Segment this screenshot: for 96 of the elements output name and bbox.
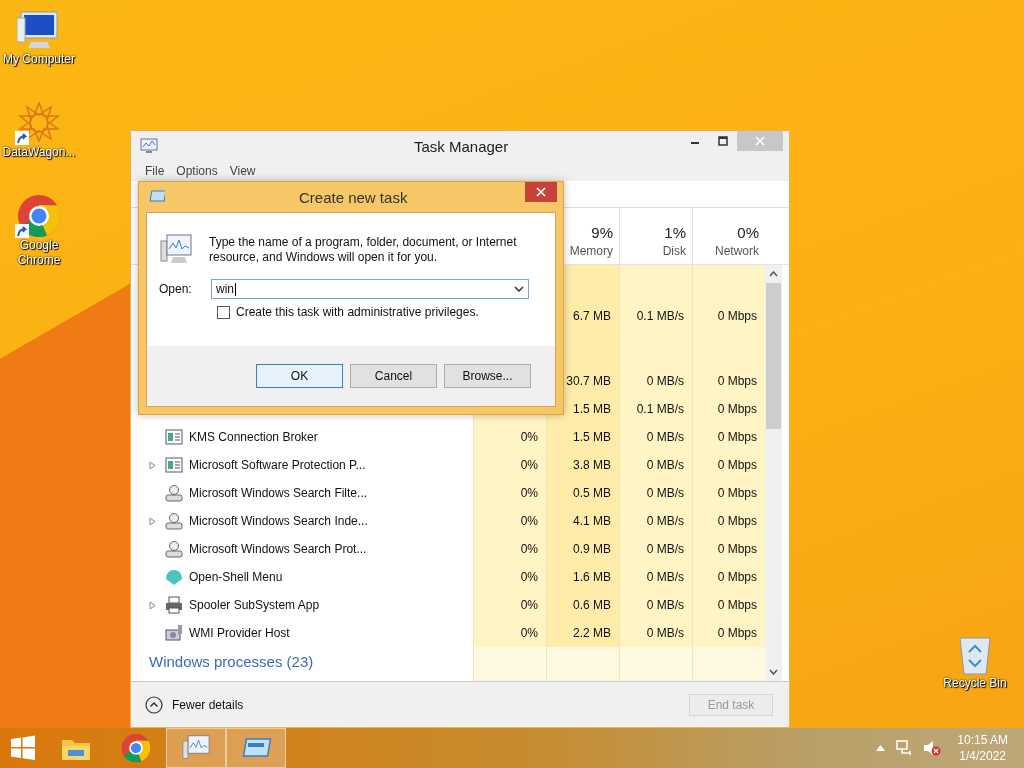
collapse-icon — [145, 695, 163, 714]
checkbox-label[interactable]: Create this task with administrative privileges. — [236, 305, 479, 319]
table-cell: 0% — [473, 591, 546, 619]
dialog-title: Create new task — [299, 189, 408, 206]
user-service-icon — [165, 540, 183, 558]
table-cell: 0 MB/s — [619, 479, 692, 507]
user-service-icon — [165, 512, 183, 530]
dialog-button[interactable]: Browse... — [444, 364, 531, 388]
table-cell: 1.6 MB — [546, 563, 619, 591]
menu-item[interactable]: Options — [170, 164, 224, 178]
user-service-icon — [165, 484, 183, 502]
process-name: Open-Shell Menu — [189, 570, 283, 584]
maximize-icon — [718, 136, 728, 146]
table-cell: 0 MB/s — [619, 507, 692, 535]
gears-icon — [165, 624, 183, 642]
table-cell: 0 Mbps — [692, 395, 765, 423]
dialog-window-icon — [149, 190, 165, 202]
table-cell: 0 MB/s — [619, 423, 692, 451]
window-icon — [165, 429, 183, 445]
table-cell: 0 Mbps — [692, 591, 765, 619]
section-header: Windows processes (23) — [149, 653, 314, 670]
table-cell: 0% — [473, 479, 546, 507]
table-cell: 2.2 MB — [546, 619, 619, 647]
process-name: Microsoft Windows Search Prot... — [189, 542, 367, 556]
star-pattern-icon[interactable] — [17, 101, 61, 145]
menu-item[interactable]: File — [139, 164, 171, 178]
process-name: Spooler SubSystem App — [189, 598, 320, 612]
scroll-up-icon[interactable] — [769, 271, 778, 277]
expand-arrow-icon[interactable] — [149, 460, 156, 470]
table-cell: 0% — [473, 563, 546, 591]
speaker-muted-icon[interactable] — [923, 740, 942, 756]
windows-logo-icon — [9, 734, 37, 762]
monitor-chart-button[interactable] — [166, 728, 226, 768]
table-cell: 0 Mbps — [692, 507, 765, 535]
process-name: Microsoft Windows Search Inde... — [189, 514, 368, 528]
table-cell: 0 MB/s — [619, 451, 692, 479]
table-cell: 0 Mbps — [692, 563, 765, 591]
table-cell: 0.1 MB/s — [619, 395, 692, 423]
table-cell: 0% — [473, 535, 546, 563]
shell-icon — [165, 568, 183, 586]
monitor-chart-icon — [159, 233, 193, 265]
table-cell: 0 MB/s — [619, 563, 692, 591]
process-name: KMS Connection Broker — [189, 430, 318, 444]
open-combo-box[interactable]: win — [211, 279, 529, 299]
table-cell: 0.6 MB — [546, 591, 619, 619]
expand-arrow-icon[interactable] — [149, 516, 156, 526]
table-cell: 0 MB/s — [619, 619, 692, 647]
printer-icon — [165, 596, 183, 614]
close-button[interactable] — [525, 182, 557, 202]
table-cell: 0.1 MB/s — [619, 302, 692, 330]
table-cell: 0 Mbps — [692, 619, 765, 647]
table-cell: 0 Mbps — [692, 535, 765, 563]
show-hidden-icons-icon[interactable] — [876, 745, 886, 751]
dialog-button[interactable]: OK — [256, 364, 343, 388]
scroll-down-icon[interactable] — [769, 669, 778, 675]
close-icon — [755, 136, 765, 146]
table-cell: 0 Mbps — [692, 302, 765, 330]
chrome-icon — [121, 733, 151, 763]
monitor-chart-icon — [180, 734, 212, 762]
close-icon — [536, 187, 546, 197]
table-cell: 0% — [473, 619, 546, 647]
dialog-window-button[interactable] — [226, 728, 286, 768]
open-label: Open: — [159, 282, 193, 296]
window-title: Task Manager — [414, 138, 509, 155]
table-cell: 0.5 MB — [546, 479, 619, 507]
window-icon — [165, 457, 183, 473]
expand-arrow-icon[interactable] — [149, 600, 156, 610]
process-name: Microsoft Windows Search Filte... — [189, 486, 368, 500]
table-cell: 0 Mbps — [692, 479, 765, 507]
table-cell: 0 Mbps — [692, 367, 765, 395]
dialog-message: Type the name of a program, folder, document, or Internet resource, and Windows will open it for you. — [209, 235, 518, 265]
process-name: WMI Provider Host — [189, 626, 290, 640]
table-cell: 0% — [473, 507, 546, 535]
fewer-details-button[interactable]: Fewer details — [145, 695, 244, 714]
process-name: Microsoft Software Protection P... — [189, 458, 366, 472]
column-header[interactable]: 1% Disk — [619, 208, 692, 264]
table-cell: 3.8 MB — [546, 451, 619, 479]
table-cell: 0 Mbps — [692, 423, 765, 451]
table-cell: 0 MB/s — [619, 535, 692, 563]
table-cell: 1.5 MB — [546, 423, 619, 451]
network-icon[interactable] — [895, 740, 914, 756]
table-cell: 0.9 MB — [546, 535, 619, 563]
table-cell: 0 MB/s — [619, 367, 692, 395]
column-header[interactable]: 0% Network — [692, 208, 765, 264]
table-cell: 0 MB/s — [619, 591, 692, 619]
table-cell: 0 Mbps — [692, 451, 765, 479]
table-cell: 0% — [473, 451, 546, 479]
table-cell: 4.1 MB — [546, 507, 619, 535]
table-cell: 0% — [473, 423, 546, 451]
dialog-button[interactable]: Cancel — [350, 364, 437, 388]
dialog-window-icon — [240, 736, 272, 760]
menu-item[interactable]: View — [223, 164, 262, 178]
monitor-chart-icon — [140, 138, 158, 154]
chrome-icon[interactable] — [17, 194, 61, 238]
checkbox[interactable] — [217, 305, 230, 319]
scrollbar[interactable] — [765, 265, 782, 681]
